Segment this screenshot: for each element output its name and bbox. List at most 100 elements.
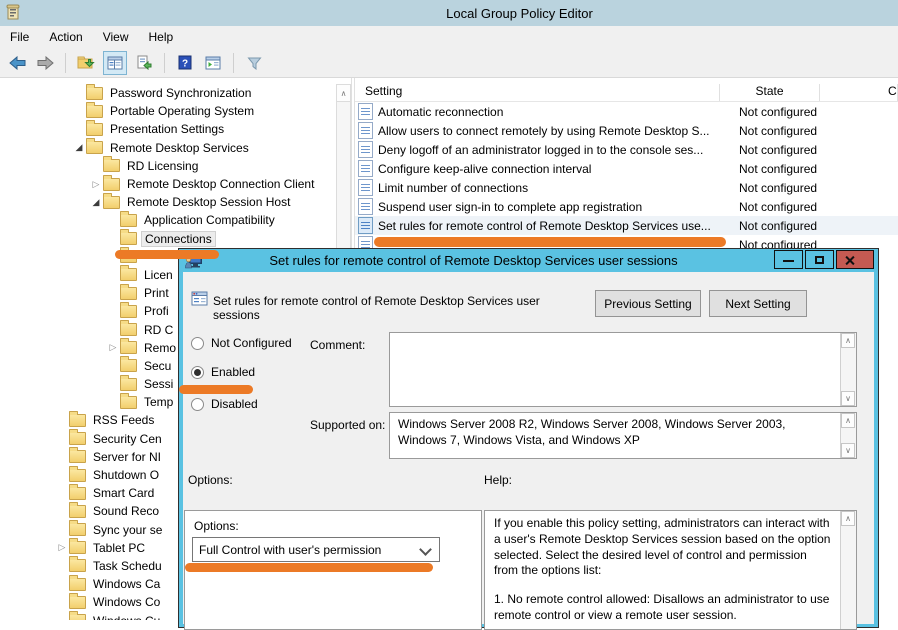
back-icon[interactable] — [6, 52, 28, 74]
tree-item[interactable]: Presentation Settings — [0, 120, 352, 138]
toolbar-separator — [65, 53, 66, 73]
radio-icon — [191, 337, 204, 350]
menu-help[interactable]: Help — [139, 26, 184, 48]
scroll-up-icon[interactable]: ∧ — [841, 413, 855, 428]
policy-doc-icon — [359, 199, 372, 214]
forward-icon[interactable] — [34, 52, 56, 74]
options-section-label: Options: — [188, 473, 233, 487]
window-titlebar: Local Group Policy Editor — [0, 0, 898, 26]
tree-item[interactable]: Remote Desktop Services — [0, 139, 352, 157]
folder-icon — [69, 541, 86, 554]
setting-row[interactable]: Limit number of connectionsNot configure… — [355, 178, 898, 197]
radio-enabled[interactable]: Enabled — [191, 365, 255, 379]
help-section-label: Help: — [484, 473, 512, 487]
tree-item[interactable]: Remote Desktop Connection Client — [0, 175, 352, 193]
state-value: Not configured — [729, 200, 849, 214]
supported-on-label: Supported on: — [310, 418, 385, 432]
tree-item[interactable]: Application Compatibility — [0, 211, 352, 229]
column-header-comment[interactable]: Comment — [820, 84, 898, 101]
control-level-dropdown[interactable]: Full Control with user's permission — [192, 537, 440, 562]
folder-icon — [120, 305, 137, 318]
policy-doc-icon — [359, 180, 372, 195]
console-tree-icon[interactable] — [103, 51, 127, 75]
folder-export-icon[interactable] — [75, 52, 97, 74]
maximize-button[interactable] — [805, 250, 834, 269]
export-list-icon[interactable] — [133, 52, 155, 74]
setting-row[interactable]: Automatic reconnectionNot configured — [355, 102, 898, 121]
action-pane-icon[interactable] — [202, 52, 224, 74]
column-header-state[interactable]: State — [720, 84, 820, 101]
folder-icon — [69, 578, 86, 591]
setting-row[interactable]: Allow users to connect remotely by using… — [355, 121, 898, 140]
folder-icon — [120, 323, 137, 336]
help-panel[interactable]: If you enable this policy setting, admin… — [484, 510, 857, 630]
supported-scrollbar[interactable]: ∧ ∨ — [840, 413, 856, 458]
previous-setting-button[interactable]: Previous Setting — [595, 290, 701, 317]
tree-item[interactable]: Portable Operating System — [0, 102, 352, 120]
supported-on-field[interactable]: Windows Server 2008 R2, Windows Server 2… — [389, 412, 857, 459]
radio-icon — [191, 398, 204, 411]
column-header-setting[interactable]: Setting — [355, 84, 720, 101]
setting-row[interactable]: Suspend user sign-in to complete app reg… — [355, 197, 898, 216]
comment-scrollbar[interactable]: ∧ ∨ — [840, 333, 856, 406]
scroll-down-icon[interactable]: ∨ — [841, 391, 855, 406]
policy-doc-icon — [359, 104, 372, 119]
comment-field[interactable]: ∧ ∨ — [389, 332, 857, 407]
highlight-marker-enabled — [179, 385, 253, 394]
menu-view[interactable]: View — [93, 26, 139, 48]
folder-icon — [86, 87, 103, 100]
menu-action[interactable]: Action — [39, 26, 92, 48]
state-value: Not configured — [729, 162, 849, 176]
help-paragraph: 1. No remote control allowed: Disallows … — [494, 592, 834, 624]
radio-disabled[interactable]: Disabled — [191, 397, 258, 411]
folder-icon — [103, 178, 120, 191]
scroll-up-icon[interactable]: ∧ — [337, 85, 350, 102]
scroll-up-icon[interactable]: ∧ — [841, 511, 855, 526]
scroll-down-icon[interactable]: ∨ — [841, 443, 855, 458]
gpedit-scroll-icon — [5, 4, 21, 22]
tree-item-connections-selected[interactable]: Connections — [0, 230, 352, 248]
state-value: Not configured — [729, 219, 849, 233]
folder-icon — [120, 268, 137, 281]
folder-icon — [69, 432, 86, 445]
radio-not-configured[interactable]: Not Configured — [191, 336, 292, 350]
menu-file[interactable]: File — [0, 26, 39, 48]
folder-icon — [69, 450, 86, 463]
state-value: Not configured — [729, 124, 849, 138]
policy-setting-icon — [191, 291, 208, 306]
close-button[interactable] — [836, 250, 874, 269]
folder-icon — [120, 214, 137, 227]
tree-item[interactable]: Remote Desktop Session Host — [0, 193, 352, 211]
next-setting-button[interactable]: Next Setting — [709, 290, 807, 317]
maximize-icon — [815, 256, 824, 264]
setting-row[interactable]: Configure keep-alive connection interval… — [355, 159, 898, 178]
policy-doc-icon — [359, 142, 372, 157]
menubar: File Action View Help — [0, 26, 898, 48]
minimize-button[interactable] — [774, 250, 803, 269]
dialog-title: Set rules for remote control of Remote D… — [183, 253, 764, 268]
expand-closed-icon[interactable] — [55, 542, 69, 553]
tree-item[interactable]: RD Licensing — [0, 157, 352, 175]
folder-icon — [120, 341, 137, 354]
folder-icon — [69, 559, 86, 572]
radio-selected-icon — [191, 366, 204, 379]
minimize-icon — [783, 260, 794, 262]
setting-row-selected[interactable]: Set rules for remote control of Remote D… — [355, 216, 898, 235]
toolbar: ? — [0, 48, 898, 78]
expand-open-icon[interactable] — [89, 197, 103, 208]
help-scrollbar[interactable]: ∧ — [840, 511, 856, 629]
chevron-down-icon — [419, 543, 432, 556]
expand-closed-icon[interactable] — [89, 179, 103, 190]
svg-text:?: ? — [182, 59, 188, 70]
expand-open-icon[interactable] — [72, 142, 86, 153]
help-icon[interactable]: ? — [174, 52, 196, 74]
folder-icon — [69, 505, 86, 518]
screen: { "window": { "title": "Local Group Poli… — [0, 0, 898, 620]
tree-item[interactable]: Password Synchronization — [0, 84, 352, 102]
folder-icon — [120, 378, 137, 391]
setting-row[interactable]: Deny logoff of an administrator logged i… — [355, 140, 898, 159]
expand-closed-icon[interactable] — [106, 342, 120, 353]
scroll-up-icon[interactable]: ∧ — [841, 333, 855, 348]
filter-icon[interactable] — [243, 52, 265, 74]
policy-title: Set rules for remote control of Remote D… — [213, 294, 583, 322]
